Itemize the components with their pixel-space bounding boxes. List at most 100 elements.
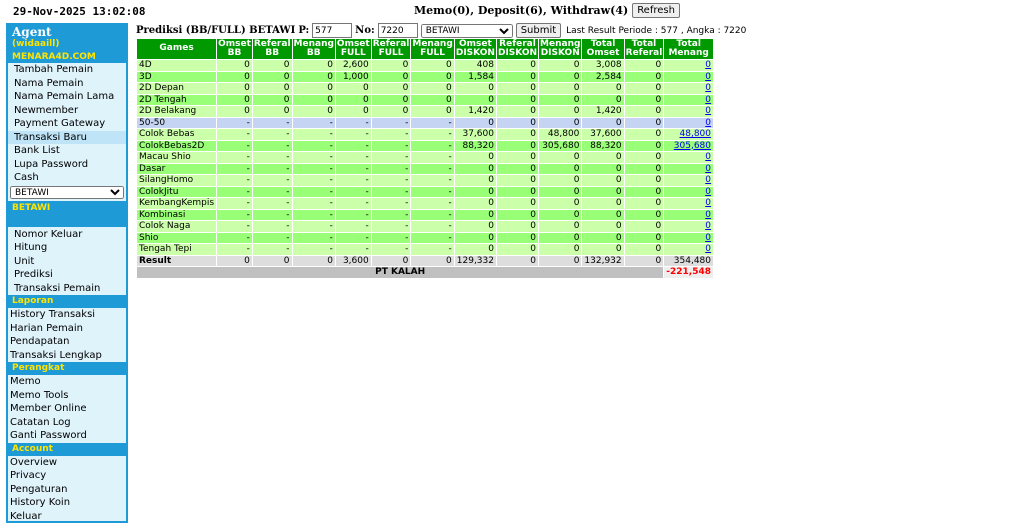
total-menang-link[interactable]: 0 xyxy=(705,72,711,82)
nomor-input[interactable] xyxy=(377,23,418,38)
total-menang-link[interactable]: 0 xyxy=(705,187,711,197)
total-menang-link[interactable]: 48,800 xyxy=(680,129,712,139)
sidebar-item-nomor-keluar[interactable]: Nomor Keluar xyxy=(8,228,126,242)
sidebar-item-payment-gateway[interactable]: Payment Gateway xyxy=(8,117,126,131)
submit-button[interactable]: Submit xyxy=(515,23,562,38)
game-name-cell: Shio xyxy=(137,232,217,243)
sidebar-item-pengaturan[interactable]: Pengaturan xyxy=(8,483,126,497)
sidebar-item-hitung[interactable]: Hitung xyxy=(8,241,126,255)
game-name-cell: 4D xyxy=(137,60,217,71)
value-cell: 0 xyxy=(539,60,582,71)
sidebar-item-newmember[interactable]: Newmember xyxy=(8,104,126,118)
value-cell: 0 xyxy=(252,83,292,94)
total-menang-cell: 0 xyxy=(664,175,714,186)
value-cell: 0 xyxy=(624,244,664,255)
market-select[interactable]: BETAWI xyxy=(10,185,124,199)
notification-text: Memo(0), Deposit(6), Withdraw(4) xyxy=(414,4,629,17)
sidebar-item-transaksi-pemain[interactable]: Transaksi Pemain xyxy=(8,282,126,296)
total-menang-link[interactable]: 0 xyxy=(705,198,711,208)
value-cell: 0 xyxy=(624,117,664,128)
value-cell: 0 xyxy=(624,232,664,243)
sidebar-item-memo-tools[interactable]: Memo Tools xyxy=(8,389,126,403)
value-cell: - xyxy=(292,163,335,174)
value-cell: 408 xyxy=(454,60,496,71)
value-cell: 0 xyxy=(496,129,539,140)
sidebar-item-memo[interactable]: Memo xyxy=(8,375,126,389)
total-menang-link[interactable]: 0 xyxy=(705,95,711,105)
value-cell: 0 xyxy=(496,209,539,220)
value-cell: - xyxy=(292,140,335,151)
value-cell: 0 xyxy=(454,198,496,209)
sidebar-item-pendapatan[interactable]: Pendapatan xyxy=(8,335,126,349)
value-cell: - xyxy=(217,232,252,243)
periode-input[interactable] xyxy=(312,23,353,38)
value-cell: 0 xyxy=(411,60,454,71)
total-menang-cell: 0 xyxy=(664,186,714,197)
value-cell: - xyxy=(371,244,411,255)
game-name-cell: Tengah Tepi xyxy=(137,244,217,255)
total-menang-cell: 0 xyxy=(664,60,714,71)
sidebar-item-history-transaksi[interactable]: History Transaksi xyxy=(8,308,126,322)
value-cell: - xyxy=(292,209,335,220)
game-name-cell: 2D Belakang xyxy=(137,106,217,117)
table-body: 4D 0 0 0 2,600 0 0 408 0 0 3,008 0 0 3D 0 0 0 1,000 0 0 1,58… xyxy=(137,60,714,278)
total-menang-link[interactable]: 0 xyxy=(705,233,711,243)
sidebar-item-unit[interactable]: Unit xyxy=(8,255,126,269)
value-cell: 0 xyxy=(252,71,292,82)
value-cell: - xyxy=(217,140,252,151)
pt-label: PT KALAH xyxy=(137,267,664,278)
sidebar-item-nama-pemain-lama[interactable]: Nama Pemain Lama xyxy=(8,90,126,104)
sidebar-item-member-online[interactable]: Member Online xyxy=(8,402,126,416)
sidebar-item-transaksi-baru[interactable]: Transaksi Baru xyxy=(8,130,126,144)
value-cell: - xyxy=(217,152,252,163)
sidebar-item-history-koin[interactable]: History Koin xyxy=(8,496,126,510)
sidebar-item-privacy[interactable]: Privacy xyxy=(8,469,126,483)
total-menang-link[interactable]: 0 xyxy=(705,106,711,116)
sidebar-item-nama-pemain[interactable]: Nama Pemain xyxy=(8,77,126,91)
total-menang-link[interactable]: 0 xyxy=(705,210,711,220)
value-cell: 305,680 xyxy=(539,140,582,151)
value-cell: 0 xyxy=(539,106,582,117)
total-menang-link[interactable]: 0 xyxy=(705,152,711,162)
value-cell: 0 xyxy=(624,163,664,174)
sidebar-item-catatan-log[interactable]: Catatan Log xyxy=(8,416,126,430)
total-menang-link[interactable]: 0 xyxy=(705,60,711,70)
column-header-omset-full: Omset FULL xyxy=(335,38,371,59)
value-cell: 0 xyxy=(582,221,624,232)
total-menang-link[interactable]: 0 xyxy=(705,175,711,185)
total-menang-cell: 0 xyxy=(664,83,714,94)
sidebar-item-transaksi-lengkap[interactable]: Transaksi Lengkap xyxy=(8,349,126,363)
value-cell: 0 xyxy=(496,152,539,163)
sidebar-item-ganti-password[interactable]: Ganti Password xyxy=(8,429,126,443)
total-menang-link[interactable]: 0 xyxy=(705,164,711,174)
value-cell: - xyxy=(371,186,411,197)
sidebar-item-overview[interactable]: Overview xyxy=(8,456,126,470)
value-cell: 0 xyxy=(539,221,582,232)
refresh-button[interactable]: Refresh xyxy=(632,3,680,18)
sidebar-item-bank-list[interactable]: Bank List xyxy=(8,144,126,158)
total-menang-link[interactable]: 305,680 xyxy=(674,141,711,151)
sidebar-item-tambah-pemain[interactable]: Tambah Pemain xyxy=(8,63,126,77)
sidebar-item-harian-pemain[interactable]: Harian Pemain xyxy=(8,322,126,336)
value-cell: 0 xyxy=(371,60,411,71)
column-header-total-referal: Total Referal xyxy=(624,38,664,59)
game-name-cell: Kombinasi xyxy=(137,209,217,220)
result-value-cell: 0 xyxy=(411,255,454,266)
value-cell: 0 xyxy=(539,244,582,255)
result-value-cell: 132,932 xyxy=(582,255,624,266)
form-market-select[interactable]: BETAWI xyxy=(420,23,513,38)
sidebar-item-cash[interactable]: Cash xyxy=(8,171,126,185)
total-menang-cell: 0 xyxy=(664,152,714,163)
total-menang-link[interactable]: 0 xyxy=(705,244,711,254)
column-header-menang-bb: Menang BB xyxy=(292,38,335,59)
value-cell: - xyxy=(411,175,454,186)
sidebar-item-lupa-password[interactable]: Lupa Password xyxy=(8,158,126,172)
total-menang-link[interactable]: 0 xyxy=(705,118,711,128)
result-value-cell: 354,480 xyxy=(664,255,714,266)
sidebar-item-keluar[interactable]: Keluar xyxy=(8,510,126,522)
sidebar-item-prediksi[interactable]: Prediksi xyxy=(8,268,126,282)
total-menang-link[interactable]: 0 xyxy=(705,83,711,93)
total-menang-link[interactable]: 0 xyxy=(705,221,711,231)
table-row: Dasar - - - - - -0 0 0 0 0 0 xyxy=(137,163,714,174)
table-row: 2D Tengah 0 0 0 0 0 0 0 0 0 0 0 0 xyxy=(137,94,714,105)
